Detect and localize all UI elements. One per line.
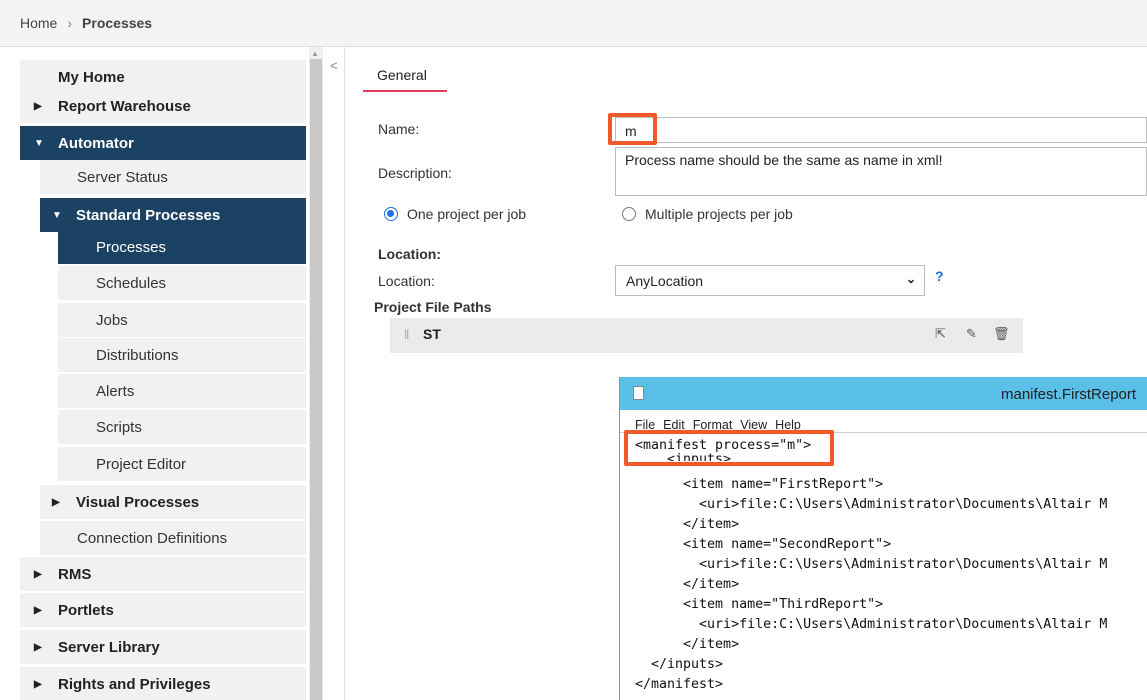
notepad-titlebar: manifest.FirstReport [620, 377, 1147, 410]
sidebar-item-visual-processes[interactable]: ▶ Visual Processes [40, 485, 306, 519]
sidebar-item-jobs[interactable]: Jobs [58, 303, 306, 337]
radio-multiple-label: Multiple projects per job [645, 206, 793, 222]
sidebar-item-label: Standard Processes [76, 206, 221, 224]
sidebar-item-label: Scripts [96, 418, 142, 436]
radio-one-project-per-job[interactable]: One project per job [384, 206, 526, 222]
location-select[interactable]: AnyLocation ⌄ [615, 265, 925, 296]
caret-right-icon: ▶ [34, 100, 42, 112]
sidebar-item-label: Jobs [96, 311, 128, 329]
sidebar-item-label: Distributions [96, 346, 179, 364]
code-line: </manifest> [635, 677, 724, 692]
caret-right-icon: ▶ [52, 496, 60, 508]
caret-down-icon: ▼ [52, 209, 62, 221]
notepad-title: manifest.FirstReport [1001, 386, 1137, 403]
code-line: <item name="FirstReport"> [635, 477, 884, 492]
name-input[interactable]: m [615, 117, 1147, 143]
scrollbar-thumb[interactable] [310, 59, 322, 700]
highlight-manifest-process [624, 430, 834, 466]
radio-multiple-projects-per-job[interactable]: Multiple projects per job [622, 206, 793, 222]
location-select-value: AnyLocation [626, 273, 704, 289]
sidebar-item-label: Report Warehouse [58, 97, 191, 115]
location-label: Location: [378, 273, 435, 289]
sidebar-item-scripts[interactable]: Scripts [58, 410, 306, 444]
code-line: </item> [635, 517, 740, 532]
scroll-up-icon[interactable]: ▲ [311, 49, 319, 58]
sidebar-item-label: Project Editor [96, 455, 187, 473]
caret-right-icon: ▶ [34, 678, 42, 690]
sidebar-item-server-library[interactable]: ▶ Server Library [20, 630, 306, 664]
sidebar-item-rms[interactable]: ▶ RMS [20, 557, 306, 591]
project-path-row[interactable]: ‖ ST ⇱ ✎ 🗑 [390, 318, 1023, 353]
drag-handle-icon[interactable]: ‖ [404, 327, 409, 342]
sidebar-item-alerts[interactable]: Alerts [58, 374, 306, 408]
chevron-down-icon: ⌄ [905, 272, 916, 286]
sidebar-item-distributions[interactable]: Distributions [58, 338, 306, 372]
location-heading: Location: [378, 246, 441, 262]
notepad-text-area[interactable]: <manifest process="m"> <inputs> <item na… [620, 432, 1147, 700]
sidebar-item-label: Portlets [58, 601, 114, 619]
sidebar-item-standard-processes[interactable]: ▼ Standard Processes [40, 198, 306, 232]
code-line: <item name="ThirdReport"> [635, 597, 884, 612]
sidebar-item-label: Server Status [77, 168, 168, 186]
sidebar-item-label: Schedules [96, 274, 167, 292]
code-line: <uri>file:C:\Users\Administrator\Documen… [635, 617, 1108, 632]
sidebar-item-server-status[interactable]: Server Status [40, 160, 306, 194]
breadcrumb-separator: › [67, 15, 73, 31]
code-line: </inputs> [635, 657, 724, 672]
sidebar-item-connection-definitions[interactable]: Connection Definitions [40, 521, 306, 555]
panel-divider [344, 47, 345, 700]
caret-down-icon: ▼ [34, 137, 44, 149]
notepad-window: manifest.FirstReport File Edit Format Vi… [619, 377, 1147, 700]
breadcrumb-home[interactable]: Home [20, 15, 57, 31]
sidebar-item-label: Automator [58, 134, 134, 152]
edit-pencil-icon[interactable]: ✎ [966, 326, 977, 342]
description-textarea[interactable]: Process name should be the same as name … [615, 147, 1147, 196]
sidebar-item-label: Server Library [58, 638, 160, 656]
sidebar-item-label: Visual Processes [76, 493, 200, 511]
description-label: Description: [378, 165, 452, 181]
sidebar-item-label: My Home [58, 68, 125, 86]
name-label: Name: [378, 121, 420, 137]
code-line: </item> [635, 637, 740, 652]
sidebar-item-report-warehouse[interactable]: ▶ Report Warehouse [20, 89, 306, 123]
project-path-name: ST [423, 326, 441, 342]
highlight-name-field [608, 113, 657, 145]
sidebar-scrollbar[interactable]: ▲ [309, 47, 323, 700]
breadcrumb: Home › Processes [0, 0, 1147, 47]
notepad-app-icon [633, 386, 644, 400]
sidebar-item-automator[interactable]: ▼ Automator [20, 126, 306, 160]
sidebar-item-label: Connection Definitions [77, 529, 228, 547]
radio-selected-icon [384, 207, 398, 221]
code-line: <uri>file:C:\Users\Administrator\Documen… [635, 557, 1108, 572]
caret-right-icon: ▶ [34, 568, 42, 580]
notepad-menubar: File Edit Format View Help [620, 410, 1147, 432]
sidebar-item-portlets[interactable]: ▶ Portlets [20, 593, 306, 627]
open-external-icon[interactable]: ⇱ [935, 326, 946, 342]
caret-right-icon: ▶ [34, 641, 42, 653]
project-file-paths-heading: Project File Paths [374, 299, 492, 315]
sidebar-item-rights-and-privileges[interactable]: ▶ Rights and Privileges [20, 667, 306, 700]
tab-general[interactable]: General [363, 60, 447, 92]
sidebar-item-label: RMS [58, 565, 92, 583]
breadcrumb-current: Processes [82, 15, 153, 31]
trash-icon[interactable]: 🗑 [993, 326, 1010, 342]
code-line: </item> [635, 577, 740, 592]
collapse-sidebar-icon[interactable]: < [330, 58, 338, 73]
help-icon[interactable]: ? [935, 268, 944, 284]
sidebar-item-processes[interactable]: Processes [58, 230, 306, 264]
sidebar-item-schedules[interactable]: Schedules [58, 266, 306, 300]
caret-right-icon: ▶ [34, 604, 42, 616]
sidebar-item-label: Processes [96, 238, 167, 256]
sidebar-item-label: Rights and Privileges [58, 675, 211, 693]
sidebar-item-project-editor[interactable]: Project Editor [58, 447, 306, 481]
description-text: Process name should be the same as name … [625, 152, 943, 168]
sidebar-nav: My Home ▶ Report Warehouse ▼ Automator Ser… [20, 60, 308, 700]
sidebar-item-label: Alerts [96, 382, 135, 400]
code-line: <item name="SecondReport"> [635, 537, 892, 552]
radio-unselected-icon [622, 207, 636, 221]
code-line: <uri>file:C:\Users\Administrator\Documen… [635, 497, 1108, 512]
radio-one-label: One project per job [407, 206, 527, 222]
